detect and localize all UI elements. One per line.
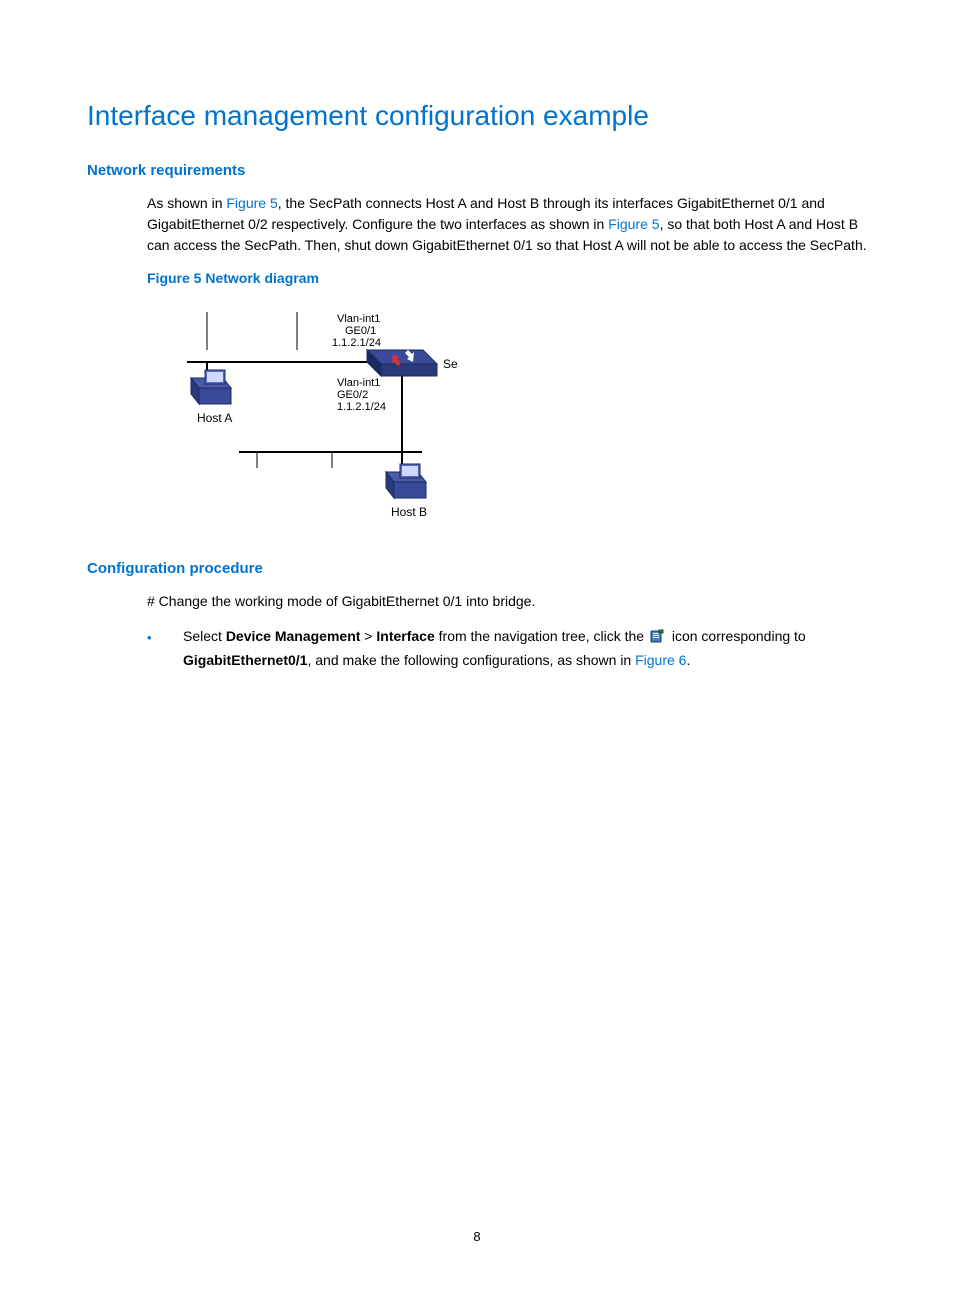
text-fragment: >: [360, 628, 376, 644]
config-bullet-item: • Select Device Management > Interface f…: [147, 626, 867, 671]
host-a-label: Host A: [197, 411, 232, 425]
vlan-int1-label-2: Vlan-int1: [337, 377, 380, 389]
text-fragment: .: [686, 652, 690, 668]
section-heading-network: Network requirements: [87, 162, 867, 179]
figure-5-link[interactable]: Figure 5: [608, 216, 659, 232]
text-fragment: As shown in: [147, 195, 226, 211]
vlan-int1-label: Vlan-int1: [337, 313, 380, 325]
ip01-label: 1.1.2.1/24: [332, 337, 381, 349]
gigabitethernet-text: GigabitEthernet0/1: [183, 652, 307, 668]
secpath-device-icon: [367, 350, 437, 376]
bullet-text: Select Device Management > Interface fro…: [183, 626, 867, 671]
text-fragment: icon corresponding to: [668, 628, 806, 644]
figure-6-link[interactable]: Figure 6: [635, 652, 686, 668]
page-title: Interface management configuration examp…: [87, 100, 867, 132]
ge02-label: GE0/2: [337, 389, 368, 401]
config-step-1: # Change the working mode of GigabitEthe…: [147, 591, 867, 612]
ge01-label: GE0/1: [345, 325, 376, 337]
bullet-icon: •: [147, 626, 183, 671]
text-fragment: from the navigation tree, click the: [435, 628, 648, 644]
text-fragment: , and make the following configurations,…: [307, 652, 635, 668]
network-diagram-svg: Host A Vlan-int1 GE0/1 1.1.2.1/24 SecPat…: [147, 292, 457, 532]
host-a-icon: [191, 370, 231, 404]
interface-text: Interface: [376, 628, 434, 644]
text-fragment: Select: [183, 628, 226, 644]
section-heading-config: Configuration procedure: [87, 560, 867, 577]
page-number: 8: [0, 1229, 954, 1244]
host-b-icon: [386, 464, 426, 498]
figure-5-link[interactable]: Figure 5: [226, 195, 277, 211]
edit-icon: [650, 628, 666, 650]
network-requirements-paragraph: As shown in Figure 5, the SecPath connec…: [147, 193, 867, 256]
figure-5-caption: Figure 5 Network diagram: [147, 270, 867, 286]
ip02-label: 1.1.2.1/24: [337, 401, 386, 413]
host-b-label: Host B: [391, 505, 427, 519]
secpath-label: SecPath: [443, 357, 457, 371]
device-management-text: Device Management: [226, 628, 361, 644]
figure-5-diagram: Host A Vlan-int1 GE0/1 1.1.2.1/24 SecPat…: [147, 292, 867, 532]
